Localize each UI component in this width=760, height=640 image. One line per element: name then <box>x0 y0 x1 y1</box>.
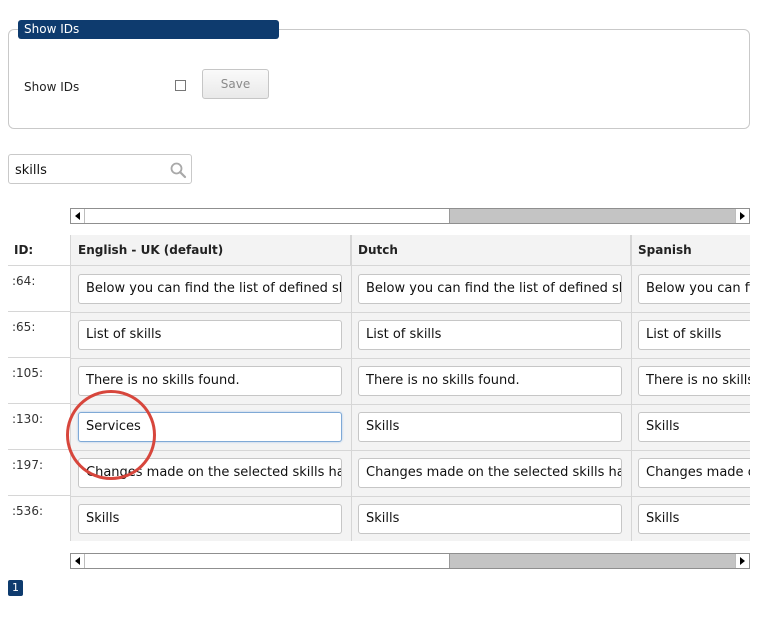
translation-input[interactable]: Changes made on the selected skills ha <box>78 458 342 488</box>
row-id: :64: <box>8 266 70 312</box>
translation-input[interactable]: Skills <box>638 412 750 442</box>
row-id: :130: <box>8 404 70 450</box>
translation-input[interactable]: Changes made on the selected skills ha <box>358 458 622 488</box>
scroll-right-arrow-icon[interactable] <box>735 209 749 223</box>
row-id: :65: <box>8 312 70 358</box>
translation-input[interactable]: Skills <box>638 504 750 534</box>
id-column-header: ID: <box>8 235 70 266</box>
scrollbar-thumb[interactable] <box>449 554 735 568</box>
translation-input[interactable]: Skills <box>358 412 622 442</box>
row-id: :197: <box>8 450 70 496</box>
scroll-right-arrow-icon[interactable] <box>735 554 749 568</box>
column-header-english: English - UK (default) <box>71 235 351 266</box>
show-ids-label: Show IDs <box>24 80 80 94</box>
show-ids-legend: Show IDs <box>18 20 279 39</box>
translation-input[interactable]: Below you can find the list of defined s… <box>358 274 622 304</box>
translation-input[interactable]: Changes made o <box>638 458 750 488</box>
translation-input-focused[interactable]: Services <box>78 412 342 442</box>
scrollbar-thumb[interactable] <box>449 209 735 223</box>
translation-input[interactable]: List of skills <box>78 320 342 350</box>
show-ids-panel <box>8 29 750 129</box>
column-header-dutch: Dutch <box>351 235 631 266</box>
search-icon[interactable] <box>169 161 187 179</box>
id-column: ID: :64: :65: :105: :130: :197: :536: <box>8 235 70 541</box>
search-box <box>8 154 192 184</box>
translation-input[interactable]: There is no skills found. <box>78 366 342 396</box>
translations-table: English - UK (default) Dutch Spanish Bel… <box>70 235 750 541</box>
column-header-spanish: Spanish <box>631 235 750 266</box>
translations-grid: ID: :64: :65: :105: :130: :197: :536: En… <box>8 235 750 541</box>
horizontal-scrollbar-top[interactable] <box>70 208 750 224</box>
page-button-current[interactable]: 1 <box>8 580 23 596</box>
scroll-left-arrow-icon[interactable] <box>71 554 85 568</box>
translation-input[interactable]: Skills <box>358 504 622 534</box>
save-button[interactable]: Save <box>202 69 269 99</box>
translation-input[interactable]: List of skills <box>358 320 622 350</box>
translation-input[interactable]: Skills <box>78 504 342 534</box>
row-id: :536: <box>12 504 43 518</box>
translation-input[interactable]: There is no skills found. <box>358 366 622 396</box>
row-id: :105: <box>8 358 70 404</box>
translation-input[interactable]: List of skills <box>638 320 750 350</box>
horizontal-scrollbar-bottom[interactable] <box>70 553 750 569</box>
show-ids-checkbox[interactable] <box>175 80 186 91</box>
translation-input[interactable]: Below you can fin <box>638 274 750 304</box>
scroll-left-arrow-icon[interactable] <box>71 209 85 223</box>
translation-input[interactable]: Below you can find the list of defined s… <box>78 274 342 304</box>
search-input[interactable] <box>15 161 165 179</box>
translation-input[interactable]: There is no skills <box>638 366 750 396</box>
